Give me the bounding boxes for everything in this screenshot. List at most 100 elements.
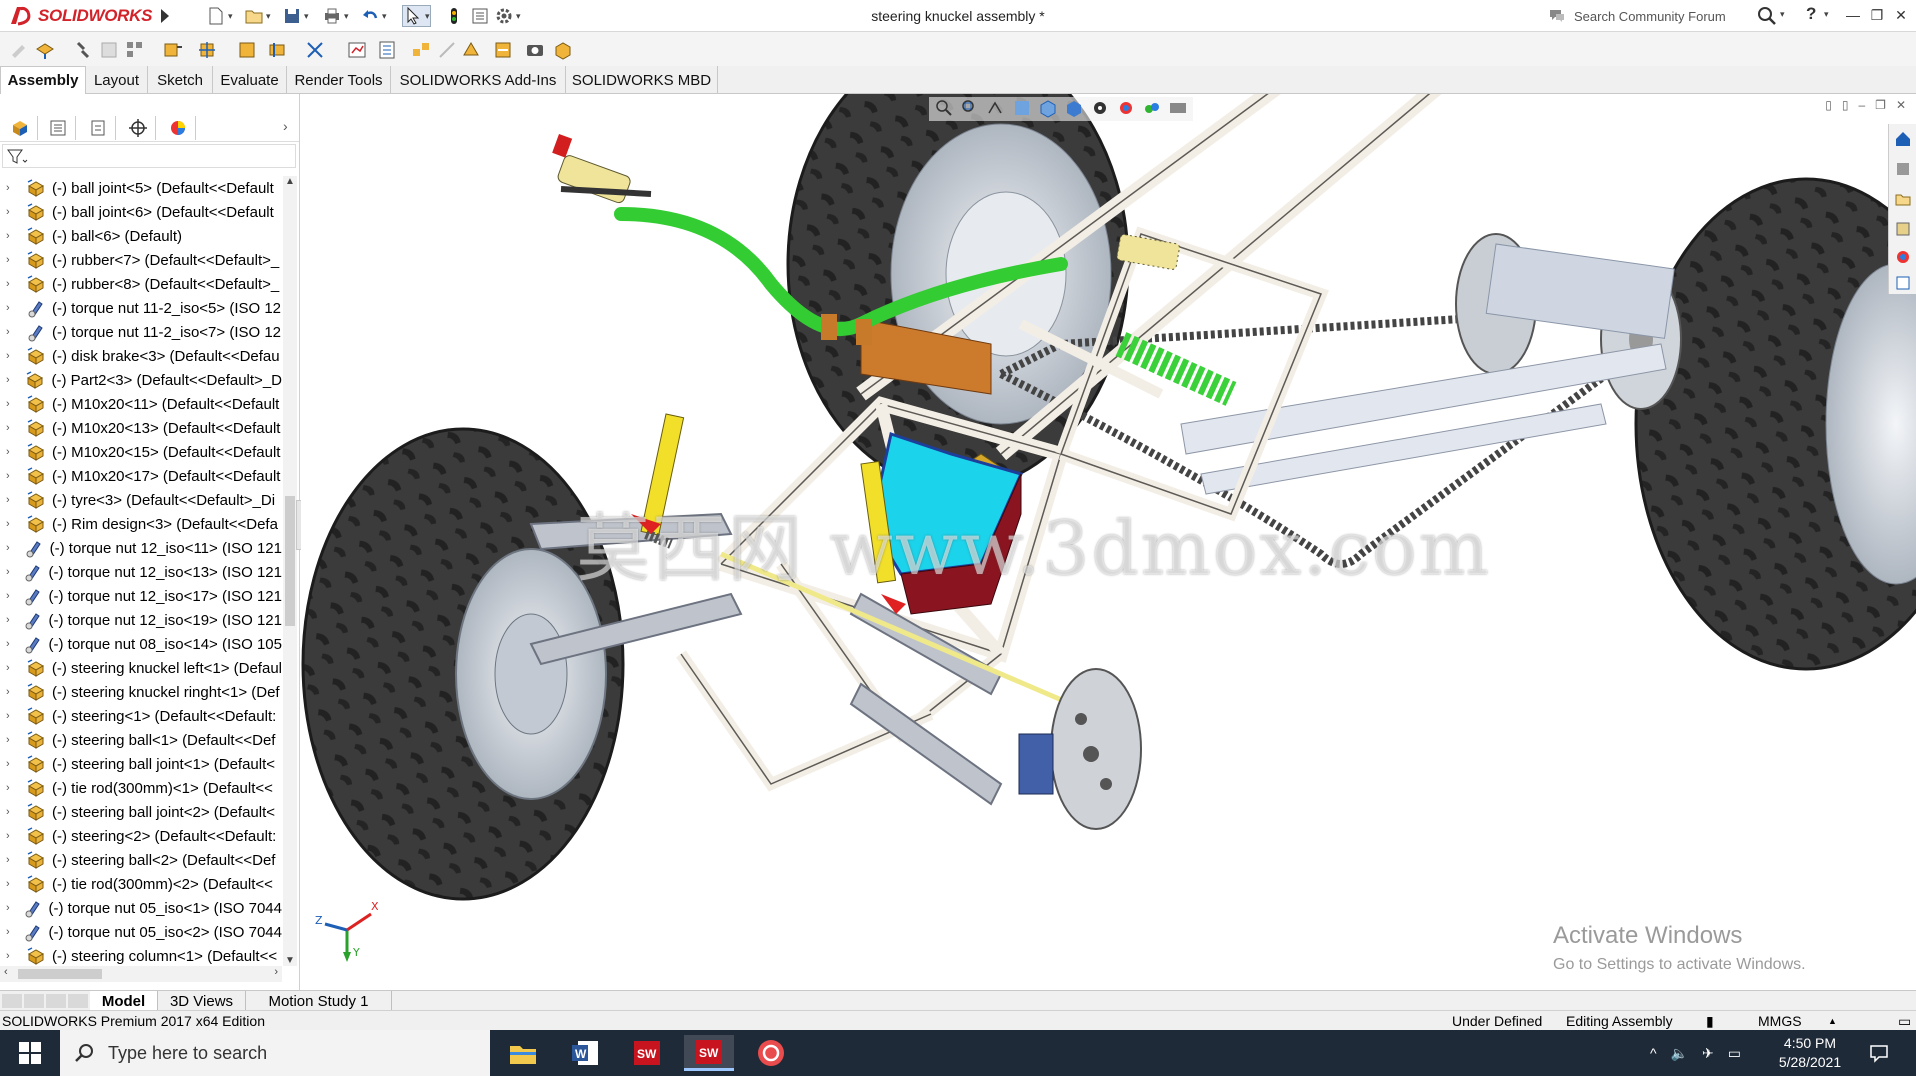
undo-button[interactable]: ▾ (360, 5, 387, 27)
expand-arrow-icon[interactable]: › (6, 902, 15, 914)
taskbar-recorder-app[interactable] (746, 1035, 796, 1071)
linear-pattern-icon[interactable] (124, 39, 146, 61)
large-assembly-mode-icon[interactable] (552, 39, 574, 61)
battery-icon[interactable]: ▭ (1728, 1045, 1741, 1062)
viewport-split-icon[interactable]: ▯ (1825, 98, 1832, 112)
unit-system-selector[interactable]: MMGS (1758, 1013, 1802, 1029)
tree-item[interactable]: › (-) steering ball joint<2> (Default< (0, 800, 282, 824)
tree-item[interactable]: › (-) tie rod(300mm)<2> (Default<< (0, 872, 282, 896)
viewport-tile-icon[interactable]: ▯ (1842, 98, 1849, 112)
expand-arrow-icon[interactable]: › (6, 686, 18, 698)
expand-arrow-icon[interactable]: › (6, 926, 15, 938)
open-button[interactable]: ▾ (244, 5, 271, 27)
expand-arrow-icon[interactable]: › (6, 446, 18, 458)
network-icon[interactable]: ✈ (1702, 1045, 1714, 1062)
save-button[interactable]: ▾ (282, 5, 309, 27)
scroll-down-icon[interactable]: ▼ (285, 955, 295, 966)
file-properties-button[interactable] (470, 5, 490, 27)
previous-tab-icon[interactable] (24, 994, 44, 1008)
tab-feature-tree[interactable] (2, 116, 38, 140)
insert-components-icon[interactable] (34, 39, 56, 61)
tab-evaluate[interactable]: Evaluate (213, 66, 287, 94)
unit-system-dropdown-icon[interactable]: ▲ (1828, 1016, 1837, 1026)
tree-item[interactable]: › (-) torque nut 11-2_iso<7> (ISO 12 (0, 320, 282, 344)
tree-item[interactable]: › (-) steering<2> (Default<<Default: (0, 824, 282, 848)
expand-arrow-icon[interactable]: › (6, 566, 15, 578)
bill-of-materials-icon[interactable] (376, 39, 398, 61)
tab-sketch[interactable]: Sketch (148, 66, 213, 94)
solidworks-logo[interactable]: SOLIDWORKS (8, 3, 153, 29)
update-speedpak-icon[interactable] (492, 39, 514, 61)
taskbar-clock[interactable]: 4:50 PM 5/28/2021 (1770, 1034, 1850, 1072)
restore-button[interactable]: ❐ (1866, 4, 1888, 26)
expand-arrow-icon[interactable]: › (6, 854, 18, 866)
smart-fasteners-icon[interactable] (162, 39, 184, 61)
edit-component-icon[interactable] (8, 39, 30, 61)
expand-arrow-icon[interactable]: › (6, 758, 18, 770)
move-component-icon[interactable] (196, 39, 218, 61)
tree-item[interactable]: › (-) ball joint<5> (Default<<Default (0, 176, 282, 200)
tree-item[interactable]: › (-) steering column<1> (Default<< (0, 944, 282, 968)
expand-arrow-icon[interactable]: › (6, 182, 18, 194)
instant-3d-icon[interactable] (460, 39, 482, 61)
expand-arrow-icon[interactable]: › (6, 206, 18, 218)
tree-item[interactable]: › (-) rubber<7> (Default<<Default>_ (0, 248, 282, 272)
tree-item[interactable]: › (-) torque nut 08_iso<14> (ISO 105 (0, 632, 282, 656)
start-button[interactable] (0, 1030, 60, 1076)
tab-display-manager[interactable] (160, 116, 196, 140)
expand-arrow-icon[interactable]: › (6, 734, 18, 746)
expand-arrow-icon[interactable]: › (6, 614, 15, 626)
new-document-button[interactable]: ▾ (206, 5, 233, 27)
tab-solidworks-add-ins[interactable]: SOLIDWORKS Add-Ins (391, 66, 566, 94)
expand-arrow-icon[interactable]: › (6, 398, 18, 410)
expand-arrow-icon[interactable]: › (6, 302, 18, 314)
tree-item[interactable]: › (-) M10x20<15> (Default<<Default (0, 440, 282, 464)
tree-item[interactable]: › (-) steering ball joint<1> (Default< (0, 752, 282, 776)
feature-tree-horizontal-scrollbar[interactable]: ‹ › (0, 966, 282, 982)
rebuild-indicator-icon[interactable]: ▮ (1706, 1013, 1714, 1030)
rear-right-wheel[interactable] (1634, 177, 1916, 671)
tree-item[interactable]: › (-) M10x20<11> (Default<<Default (0, 392, 282, 416)
viewport-restore-icon[interactable]: ❐ (1875, 98, 1886, 112)
atv-assembly-model[interactable] (301, 94, 1916, 990)
tree-item[interactable]: › (-) torque nut 12_iso<19> (ISO 121 (0, 608, 282, 632)
solidworks-resources-icon[interactable] (1894, 130, 1912, 148)
expand-arrow-icon[interactable]: › (6, 350, 18, 362)
front-left-wheel[interactable] (301, 427, 625, 901)
community-search-input[interactable]: Search Community Forum (1574, 9, 1760, 24)
design-library-icon[interactable] (1894, 160, 1912, 178)
volume-icon[interactable]: 🔈 (1671, 1045, 1688, 1062)
reference-geometry-icon[interactable] (304, 39, 326, 61)
zoom-to-fit-icon[interactable] (933, 97, 955, 119)
tab-solidworks-mbd[interactable]: SOLIDWORKS MBD (566, 66, 718, 94)
take-snapshot-icon[interactable] (524, 39, 546, 61)
new-motion-study-icon[interactable] (346, 39, 368, 61)
action-center-icon[interactable] (1868, 1042, 1890, 1064)
expand-arrow-icon[interactable]: › (6, 230, 18, 242)
tree-item[interactable]: › (-) ball joint<6> (Default<<Default (0, 200, 282, 224)
show-hidden-icons-icon[interactable]: ^ (1650, 1045, 1657, 1061)
expand-arrow-icon[interactable]: › (6, 590, 15, 602)
tab-scroll-buttons[interactable] (2, 994, 88, 1008)
options-button[interactable]: ▾ (494, 5, 521, 27)
reference-triad[interactable]: Z X Y (313, 894, 383, 964)
tree-item[interactable]: › (-) tie rod(300mm)<1> (Default<< (0, 776, 282, 800)
tree-item[interactable]: › (-) torque nut 11-2_iso<5> (ISO 12 (0, 296, 282, 320)
tree-item[interactable]: › (-) steering<1> (Default<<Default: (0, 704, 282, 728)
scroll-up-icon[interactable]: ▲ (285, 176, 295, 187)
search-dropdown-icon[interactable]: ▾ (1780, 9, 1785, 20)
tree-item[interactable]: › (-) tyre<3> (Default<<Default>_Di (0, 488, 282, 512)
taskbar-word[interactable]: W (560, 1035, 610, 1071)
component-preview-icon[interactable] (98, 39, 120, 61)
expand-arrow-icon[interactable]: › (6, 278, 18, 290)
help-button[interactable]: ? (1806, 4, 1816, 24)
expand-arrow-icon[interactable]: › (6, 518, 18, 530)
tree-item[interactable]: › (-) disk brake<3> (Default<<Defau (0, 344, 282, 368)
select-button[interactable]: ▾ (402, 5, 431, 27)
expand-arrow-icon[interactable]: › (6, 542, 16, 554)
file-explorer-icon[interactable] (1894, 190, 1912, 208)
chevron-right-icon[interactable]: › (283, 118, 288, 134)
explode-line-sketch-icon[interactable] (436, 39, 458, 61)
scroll-thumb[interactable] (285, 496, 295, 626)
last-tab-icon[interactable] (68, 994, 88, 1008)
